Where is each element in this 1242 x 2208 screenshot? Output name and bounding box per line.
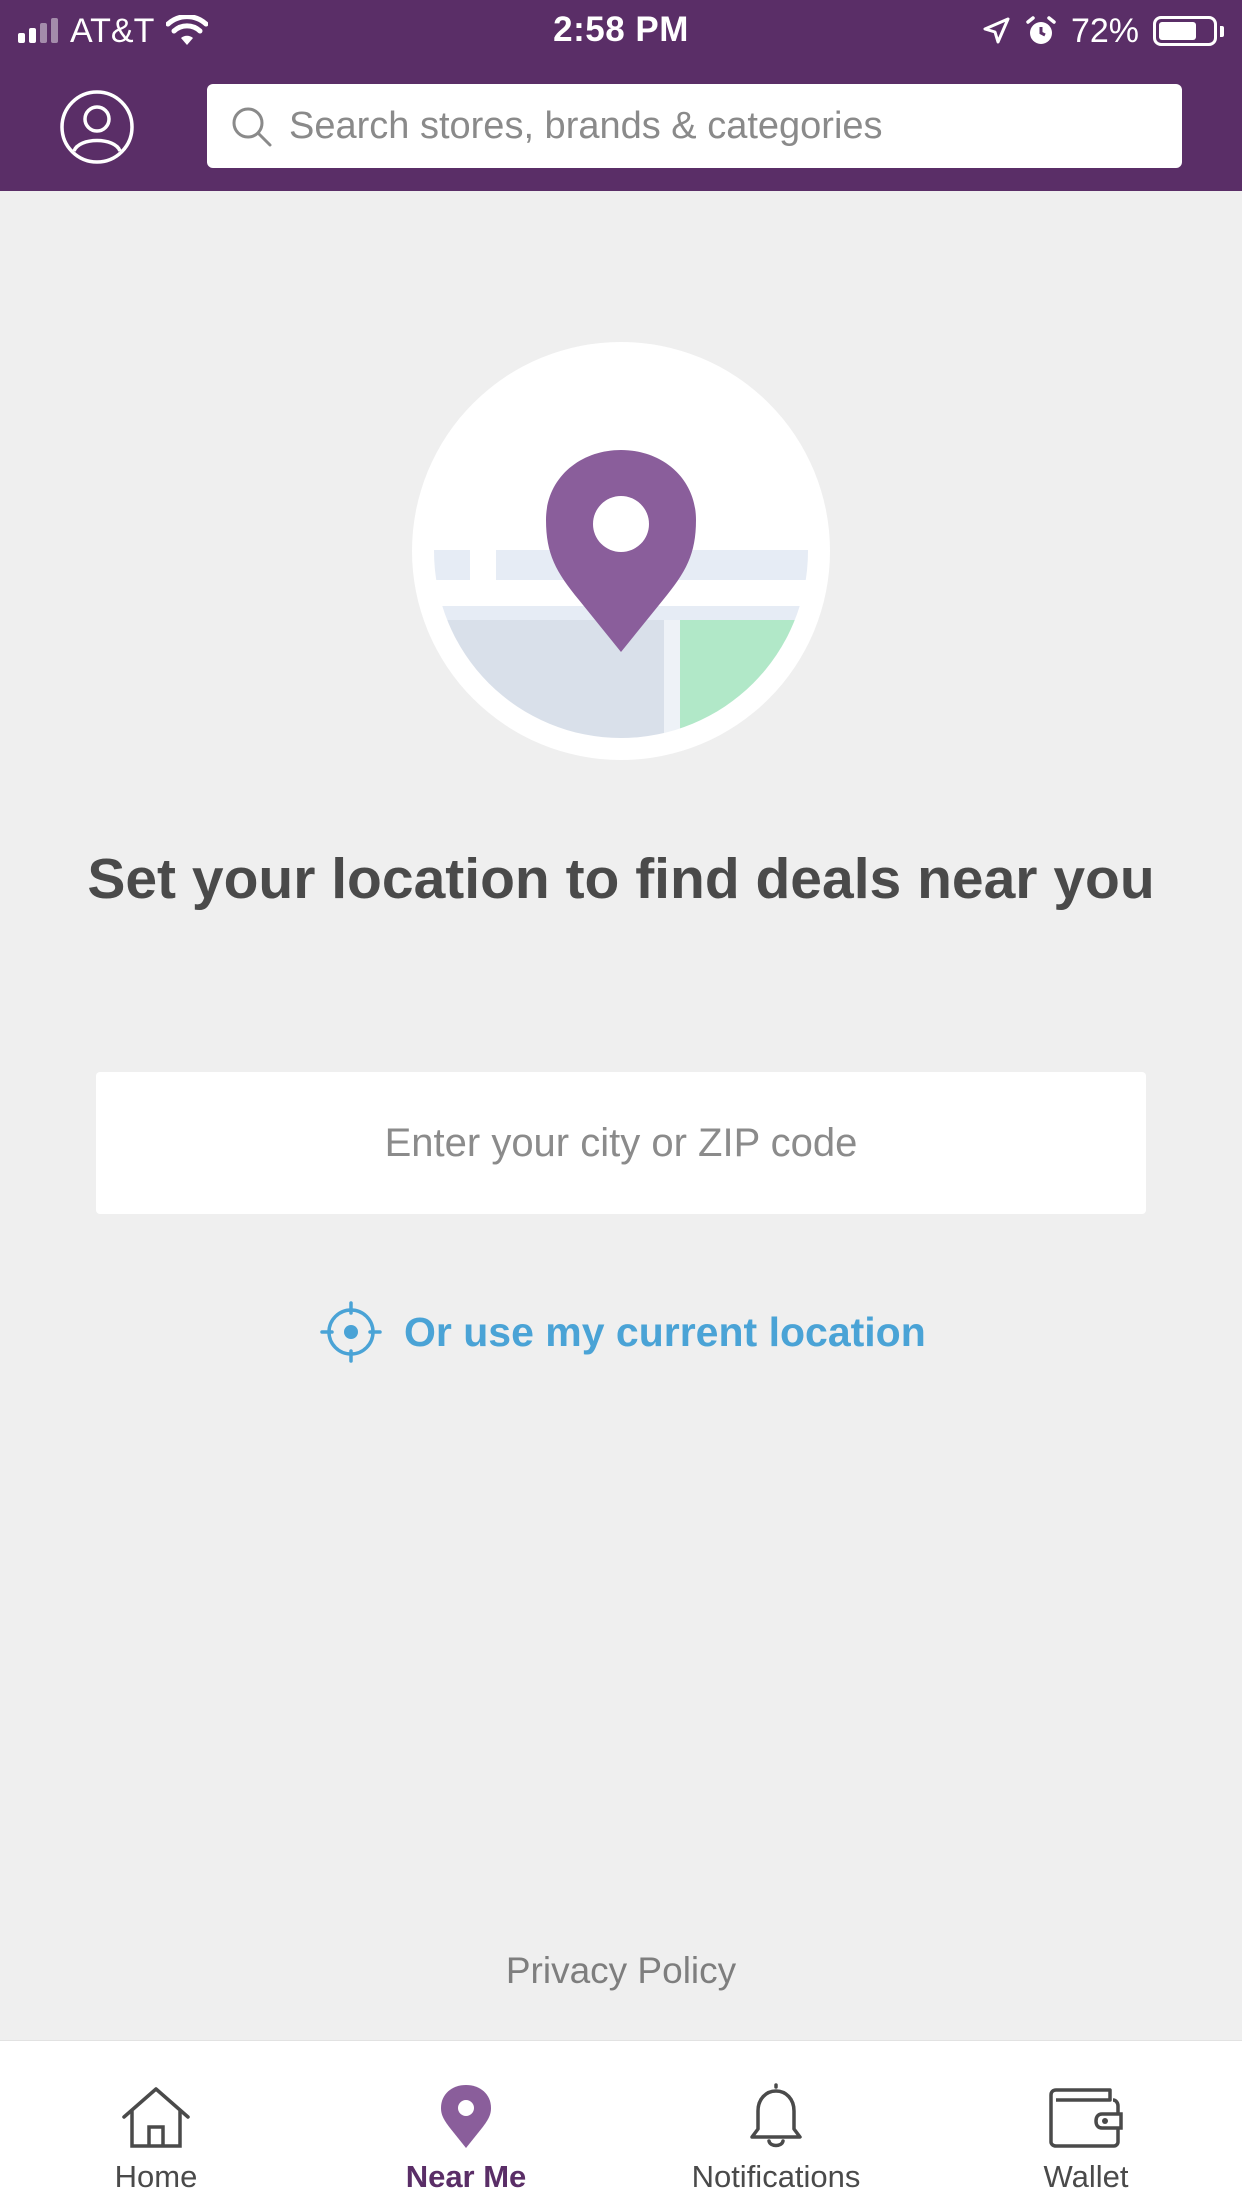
crosshair-icon [320,1301,382,1363]
tab-wallet-label: Wallet [1043,2159,1129,2194]
battery-fill [1159,22,1197,40]
status-bar: AT&T 2:58 PM 72% [0,0,1242,62]
status-right: 72% [981,10,1224,52]
bottom-tab-bar: Home Near Me Notifications Wallet [0,2040,1242,2208]
home-icon [122,2087,190,2148]
current-location-label: Or use my current location [404,1308,926,1355]
tab-notifications[interactable]: Notifications [621,2041,931,2208]
tab-near-me-label: Near Me [405,2159,527,2194]
tab-home[interactable]: Home [1,2041,311,2208]
search-icon [232,107,272,147]
profile-button[interactable] [56,86,138,168]
alarm-icon [1026,16,1056,44]
city-zip-input[interactable] [96,1072,1146,1214]
page-title: Set your location to find deals near you [87,847,1155,911]
search-input[interactable]: Search stores, brands & categories [207,84,1182,168]
battery-icon [1153,16,1224,46]
user-profile-icon [60,90,134,164]
use-current-location-button[interactable]: Or use my current location [320,1298,926,1366]
battery-percent: 72% [1070,11,1139,50]
search-placeholder: Search stores, brands & categories [289,104,883,147]
tab-home-label: Home [114,2159,198,2194]
bell-icon [750,2083,802,2148]
location-arrow-icon [983,17,1010,44]
tab-near-me[interactable]: Near Me [311,2041,621,2208]
tab-wallet[interactable]: Wallet [931,2041,1241,2208]
wallet-icon [1049,2088,1123,2148]
map-location-illustration [412,342,830,760]
tab-notifications-label: Notifications [691,2159,861,2194]
privacy-policy-link[interactable]: Privacy Policy [0,1950,1242,1992]
app-header: AT&T 2:58 PM 72% Search stores, brands &… [0,0,1242,191]
location-pin-icon [441,2085,491,2148]
